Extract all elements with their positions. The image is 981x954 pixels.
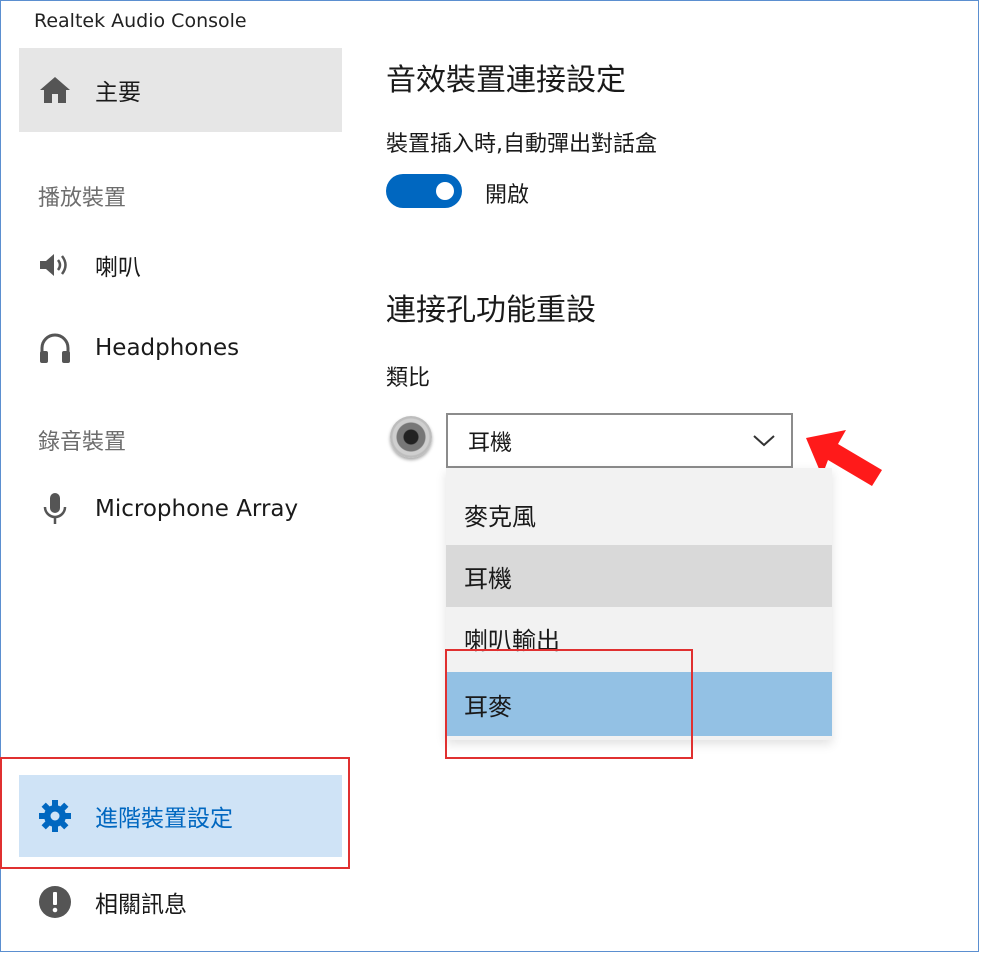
sidebar-item-label: Microphone Array (95, 496, 299, 522)
app-title: Realtek Audio Console (34, 10, 247, 32)
speaker-icon (35, 251, 75, 279)
annotation-box-advanced (0, 757, 350, 869)
option-headphones[interactable]: 耳機 (446, 545, 832, 607)
sidebar-item-headphones[interactable]: Headphones (19, 327, 342, 369)
info-icon (35, 885, 75, 919)
sidebar-item-label: 相關訊息 (95, 892, 187, 918)
section-title-connection: 音效裝置連接設定 (386, 63, 626, 98)
toggle-knob (436, 182, 454, 200)
chevron-down-icon (753, 434, 775, 447)
sidebar-item-label: 主要 (95, 80, 141, 106)
option-label: 麥克風 (464, 502, 536, 531)
microphone-icon (35, 491, 75, 527)
sidebar-item-label: 喇叭 (95, 255, 141, 281)
analog-label: 類比 (386, 366, 431, 391)
option-microphone[interactable]: 麥克風 (446, 483, 832, 545)
playback-section-header: 播放裝置 (38, 186, 127, 211)
select-value: 耳機 (468, 430, 513, 456)
toggle-state-label: 開啟 (485, 183, 530, 208)
annotation-box-headset (445, 649, 693, 759)
record-section-header: 錄音裝置 (38, 430, 127, 455)
home-icon (35, 75, 75, 105)
option-label: 耳機 (464, 564, 512, 593)
sidebar-item-info[interactable]: 相關訊息 (19, 880, 342, 924)
sidebar-item-speaker[interactable]: 喇叭 (19, 244, 342, 286)
audio-jack-icon (390, 416, 432, 458)
headphones-icon (35, 331, 75, 365)
sidebar-item-home[interactable]: 主要 (19, 48, 342, 132)
sidebar-item-microphone-array[interactable]: Microphone Array (19, 488, 342, 530)
section-title-jack-reset: 連接孔功能重設 (386, 293, 596, 328)
jack-function-select[interactable]: 耳機 (446, 413, 793, 468)
popup-toggle[interactable] (386, 174, 462, 208)
sidebar-item-label: Headphones (95, 335, 240, 361)
popup-setting-label: 裝置插入時,自動彈出對話盒 (386, 132, 657, 157)
